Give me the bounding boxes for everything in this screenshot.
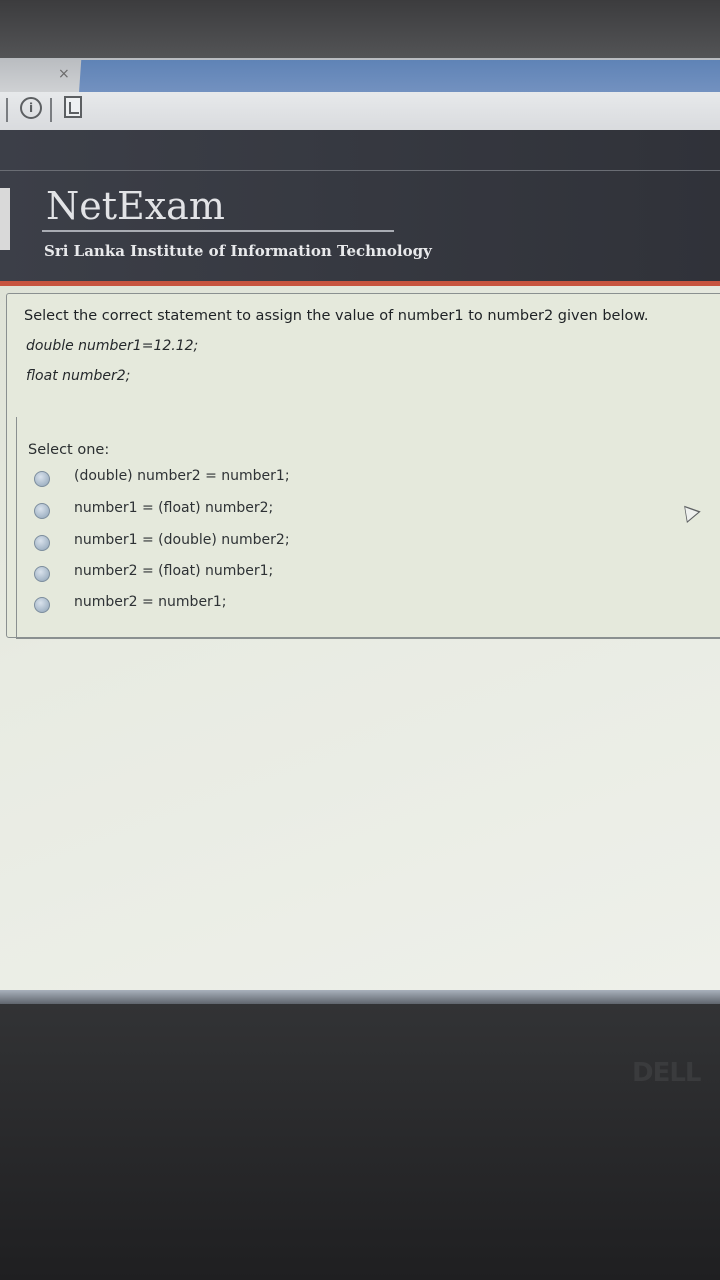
code-line: double number1=12.12; — [26, 338, 199, 354]
radio-button[interactable] — [34, 566, 50, 582]
code-line: float number2; — [26, 368, 131, 384]
option-label[interactable]: number1 = (double) number2; — [74, 532, 290, 548]
document-icon[interactable] — [64, 96, 82, 118]
option-label[interactable]: (double) number2 = number1; — [74, 468, 290, 484]
monitor-bottom-bezel — [0, 1004, 720, 1280]
header-divider — [0, 170, 720, 171]
info-icon[interactable]: i — [20, 97, 42, 119]
option-label[interactable]: number2 = number1; — [74, 594, 226, 610]
radio-button[interactable] — [34, 535, 50, 551]
radio-button[interactable] — [34, 503, 50, 519]
toolbar-divider — [50, 98, 52, 122]
toolbar-divider — [6, 98, 8, 122]
radio-button[interactable] — [34, 471, 50, 487]
option-label[interactable]: number1 = (float) number2; — [74, 500, 273, 516]
logo-fragment — [0, 188, 10, 250]
dell-logo: DELL — [632, 1058, 701, 1088]
radio-button[interactable] — [34, 597, 50, 613]
browser-toolbar — [0, 92, 720, 131]
select-one-label: Select one: — [28, 442, 110, 458]
screen-bottom-edge — [0, 990, 720, 1004]
institute-name: Sri Lanka Institute of Information Techn… — [44, 242, 432, 260]
question-text: Select the correct statement to assign t… — [24, 308, 649, 324]
monitor-top-bezel — [0, 0, 720, 64]
browser-active-tab[interactable] — [78, 60, 720, 96]
brand-underline — [42, 230, 394, 232]
option-label[interactable]: number2 = (float) number1; — [74, 563, 273, 579]
site-brand[interactable]: NetExam — [46, 184, 225, 228]
tab-close-icon[interactable]: × — [58, 66, 70, 82]
